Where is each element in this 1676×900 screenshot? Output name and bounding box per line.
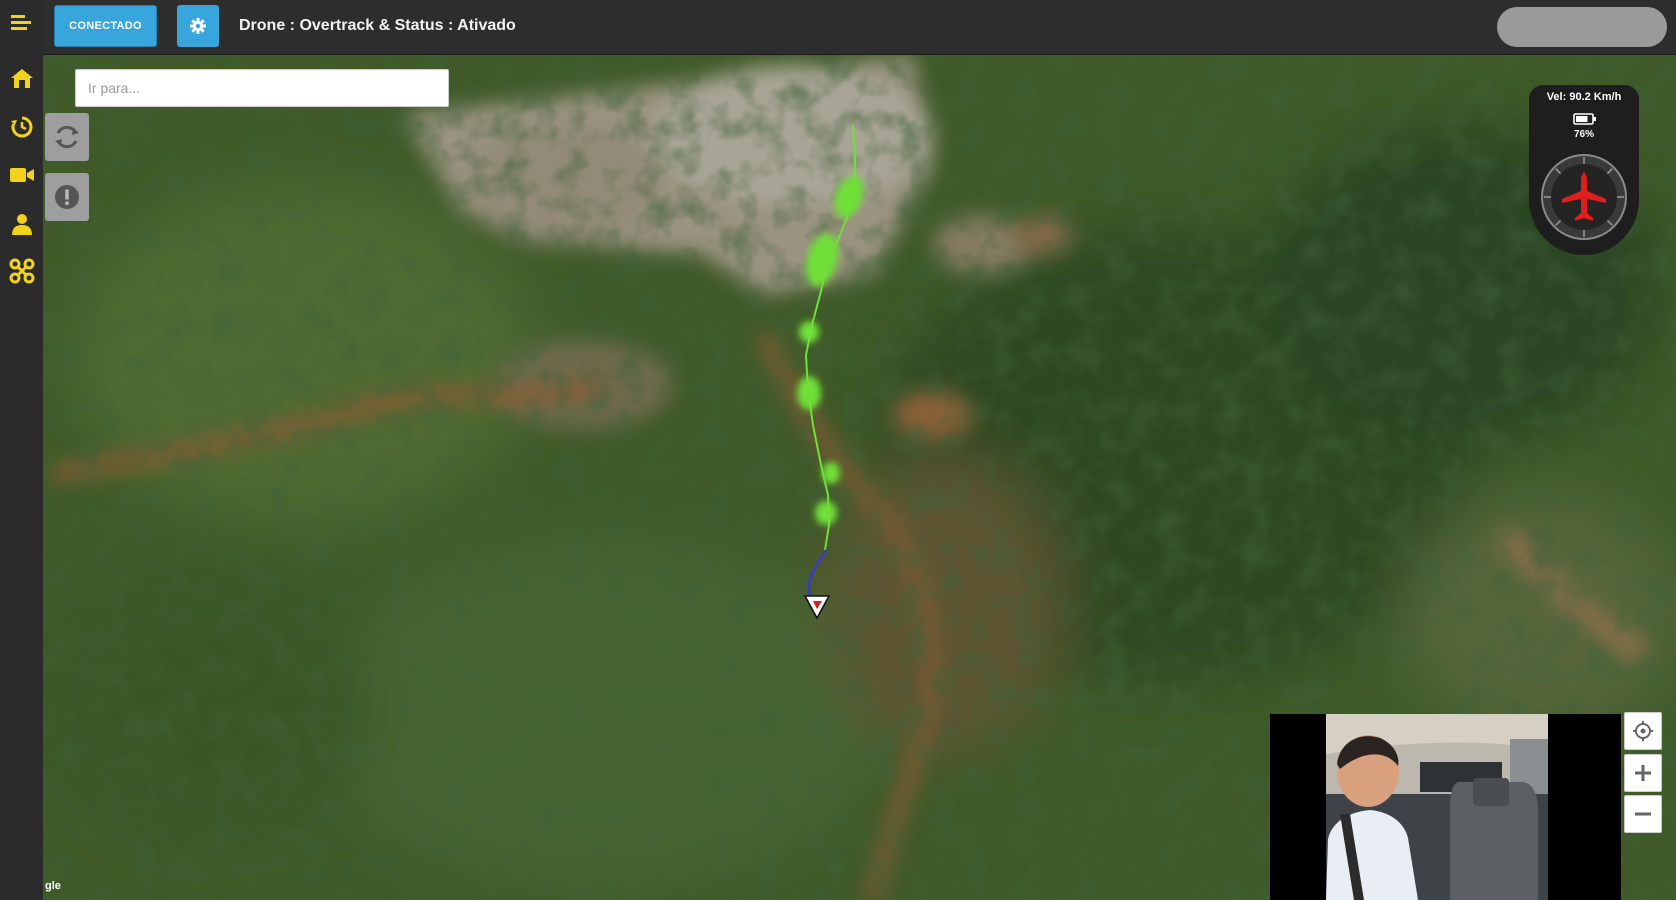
menu-icon[interactable]	[6, 9, 38, 37]
locate-button[interactable]	[1624, 712, 1662, 750]
top-bar: CONECTADO Drone : Overtrack & Status : A…	[43, 0, 1676, 55]
refresh-icon	[55, 125, 79, 149]
zoom-out-button[interactable]	[1624, 795, 1662, 833]
history-icon[interactable]	[6, 113, 38, 141]
speed-readout: Vel: 90.2 Km/h	[1546, 91, 1622, 103]
minus-icon	[1635, 812, 1651, 816]
top-right-control[interactable]	[1497, 7, 1667, 47]
camera-frame	[1270, 714, 1621, 900]
battery-percentage: 76%	[1573, 129, 1594, 140]
attitude-indicator	[1541, 154, 1627, 240]
sidebar	[0, 0, 43, 900]
user-icon[interactable]	[6, 210, 38, 238]
home-icon[interactable]	[6, 64, 38, 92]
alert-icon	[55, 185, 79, 209]
zoom-in-button[interactable]	[1624, 754, 1662, 792]
video-camera-icon[interactable]	[6, 161, 38, 189]
gear-icon	[190, 18, 206, 34]
video-feed[interactable]	[1270, 714, 1621, 900]
search-input[interactable]	[75, 69, 449, 107]
map-attribution: gle	[45, 880, 61, 892]
map-view[interactable]: Vel: 90.2 Km/h 76%	[43, 55, 1676, 900]
drone-icon[interactable]	[6, 257, 38, 285]
status-text: Drone : Overtrack & Status : Ativado	[239, 17, 516, 34]
battery-icon	[1573, 113, 1596, 125]
refresh-button[interactable]	[45, 113, 89, 161]
info-button[interactable]	[45, 173, 89, 221]
flight-hud: Vel: 90.2 Km/h 76%	[1529, 85, 1639, 255]
settings-button[interactable]	[177, 5, 219, 47]
connection-button[interactable]: CONECTADO	[54, 5, 157, 47]
plus-icon	[1635, 765, 1651, 781]
target-icon	[1633, 721, 1653, 741]
